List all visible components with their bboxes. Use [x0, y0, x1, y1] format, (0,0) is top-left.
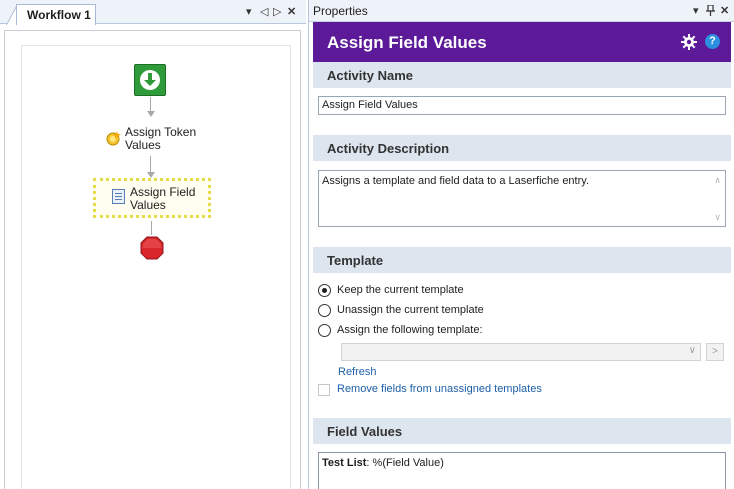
activity-description-textarea[interactable]: Assigns a template and field data to a L… [318, 170, 726, 227]
radio-button[interactable] [318, 304, 331, 317]
scroll-right-icon[interactable]: ▷ [273, 6, 281, 18]
help-icon[interactable]: ? [705, 34, 720, 49]
field-separator: : [366, 457, 370, 469]
scroll-left-icon[interactable]: ◁ [260, 6, 268, 18]
properties-titlebar: Properties ▾ ✕ [309, 0, 734, 22]
pane-options-dropdown-icon[interactable]: ▾ [693, 5, 699, 17]
document-icon [112, 189, 125, 204]
connector [151, 221, 152, 235]
remove-fields-checkbox[interactable] [318, 384, 330, 396]
activity-header: Assign Field Values ? [313, 22, 731, 62]
chevron-down-icon[interactable]: ∨ [689, 345, 696, 356]
field-values-heading: Field Values [313, 418, 731, 444]
field-value: %(Field Value) [372, 457, 444, 469]
activity-assign-field-values[interactable]: Assign Field Values [130, 186, 195, 212]
activity-name-input[interactable]: Assign Field Values [318, 96, 726, 115]
field-values-list[interactable]: Test List: %(Field Value) [318, 452, 726, 489]
activity-description-text: Assigns a template and field data to a L… [322, 175, 590, 187]
tab-workflow-1[interactable]: Workflow 1 [16, 4, 96, 25]
node-label-line: Values [125, 138, 161, 152]
activity-title: Assign Field Values [327, 33, 487, 52]
workflow-end-node[interactable] [140, 236, 164, 260]
tab-list-dropdown-icon[interactable]: ▾ [246, 6, 252, 18]
properties-pane: Properties ▾ ✕ Assign Field Values ? Act… [308, 0, 734, 489]
properties-title: Properties [313, 4, 368, 18]
remove-fields-label: Remove fields from unassigned templates [337, 383, 542, 395]
close-pane-icon[interactable]: ✕ [720, 5, 729, 17]
activity-name-heading: Activity Name [313, 62, 731, 88]
designer-canvas[interactable] [21, 45, 291, 489]
pin-icon[interactable] [706, 4, 715, 19]
activity-assign-token-values[interactable]: Assign Token Values [125, 126, 196, 152]
radio-label: Unassign the current template [337, 304, 484, 316]
activity-description-heading: Activity Description [313, 135, 731, 161]
field-value-row[interactable]: Test List: %(Field Value) [322, 457, 444, 469]
document-tab-bar: Workflow 1 ▾ ◁ ▷ ✕ [0, 0, 306, 25]
radio-button[interactable] [318, 284, 331, 297]
radio-button[interactable] [318, 324, 331, 337]
workflow-start-node[interactable] [134, 64, 166, 96]
connector [150, 156, 151, 172]
template-select[interactable]: ∨ [341, 343, 701, 361]
scroll-up-icon[interactable]: ∧ [714, 175, 721, 186]
close-tab-icon[interactable]: ✕ [287, 6, 296, 18]
field-name: Test List [322, 457, 367, 469]
gear-icon[interactable] [681, 34, 697, 50]
radio-label: Keep the current template [337, 284, 464, 296]
connector-arrowhead [147, 111, 155, 117]
token-icon [106, 131, 121, 146]
refresh-link[interactable]: Refresh [338, 366, 377, 378]
connector [150, 97, 151, 111]
template-browse-button[interactable]: > [706, 343, 724, 361]
start-arrow-tip [144, 80, 156, 86]
template-heading: Template [313, 247, 731, 273]
scroll-down-icon[interactable]: ∨ [714, 212, 721, 223]
workflow-designer-pane: Workflow 1 ▾ ◁ ▷ ✕ Assign Token Values A… [0, 0, 306, 489]
radio-label: Assign the following template: [337, 324, 483, 336]
node-label-line: Values [130, 198, 166, 212]
